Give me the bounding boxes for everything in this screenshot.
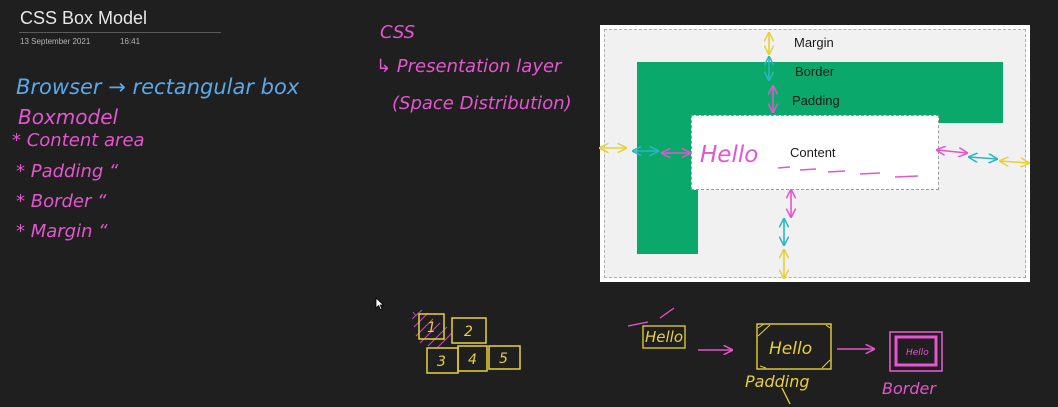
browser-note: Browser → rectangular box [16,75,300,99]
css-notes: CSS ↳ Presentation layer (Space Distribu… [376,22,572,114]
hello-progression-sketch: Hello Hello Padding Hello Border [627,307,943,405]
padded-hello-text: Hello [769,339,812,359]
right-border-arrow [969,157,997,159]
css-heading: CSS [380,22,415,43]
mouse-pointer-icon [375,297,385,311]
boxmodel-notes: Boxmodel * Content area * Padding “ * Bo… [12,105,145,242]
bordered-hello-text: Hello [906,348,929,358]
right-margin-arrow [1000,161,1029,163]
box-1-label: 1 [427,320,436,336]
box-3-label: 3 [437,354,446,370]
css-presentation-layer: ↳ Presentation layer [376,56,563,77]
plain-hello-strike [627,307,675,327]
diagram-annotations: Hello [600,33,1029,278]
hello-ink-text: Hello [700,142,758,168]
right-padding-arrow [937,150,967,153]
bullet-padding: * Padding “ [16,161,119,182]
box-5-label: 5 [499,351,508,367]
plain-hello-text: Hello [645,328,683,346]
bullet-content-area: * Content area [12,130,145,151]
content-underline-ink [777,166,919,178]
border-caption: Border [882,379,937,398]
padding-caption: Padding [745,372,810,391]
bullet-margin: * Margin “ [16,221,108,242]
browser-note-text: Browser → rectangular box [16,75,300,99]
css-space-distribution: (Space Distribution) [392,93,572,114]
box-4-label: 4 [468,352,477,368]
ink-layer: Browser → rectangular box Boxmodel * Con… [12,22,1058,405]
numbered-boxes-sketch: 1 2 3 4 5 [411,309,521,374]
bullet-border: * Border “ [16,191,107,212]
boxmodel-heading: Boxmodel [18,105,119,129]
box-2-label: 2 [464,324,473,340]
